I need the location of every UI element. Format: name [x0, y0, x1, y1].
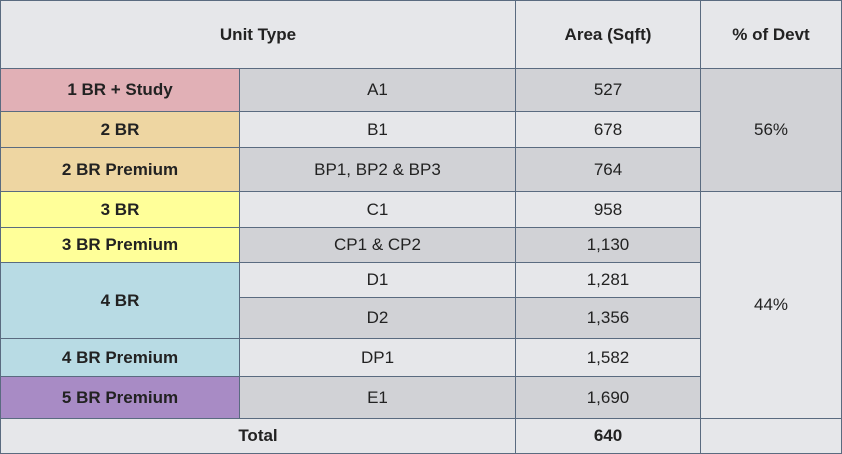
total-empty-cell [700, 418, 842, 454]
table-row: 3 BR C1 958 44% [0, 191, 842, 419]
header-unit-type: Unit Type [0, 0, 516, 69]
type-cell: E1 [239, 376, 516, 419]
table-row: 1 BR + Study A1 527 56% [0, 68, 842, 192]
unit-type-table: Unit Type Area (Sqft) % of Devt 1 BR + S… [0, 0, 842, 454]
type-cell: A1 [239, 68, 516, 112]
category-cell: 2 BR [0, 111, 240, 148]
total-row: Total 640 [0, 418, 842, 454]
total-label: Total [0, 418, 516, 454]
category-cell: 4 BR Premium [0, 338, 240, 377]
area-cell: 527 [515, 68, 701, 112]
pct-devt-cell: 56% [700, 68, 842, 192]
area-cell: 764 [515, 147, 701, 192]
type-cell: BP1, BP2 & BP3 [239, 147, 516, 192]
type-cell: CP1 & CP2 [239, 227, 516, 263]
type-cell: D2 [239, 297, 516, 339]
category-cell: 2 BR Premium [0, 147, 240, 192]
area-cell: 958 [515, 191, 701, 228]
category-cell: 1 BR + Study [0, 68, 240, 112]
area-cell: 1,281 [515, 262, 701, 298]
total-value: 640 [515, 418, 701, 454]
area-cell: 1,690 [515, 376, 701, 419]
type-cell: DP1 [239, 338, 516, 377]
category-cell: 4 BR [0, 262, 240, 339]
category-cell: 3 BR Premium [0, 227, 240, 263]
area-cell: 1,130 [515, 227, 701, 263]
type-cell: D1 [239, 262, 516, 298]
pct-devt-cell: 44% [700, 191, 842, 419]
type-cell: B1 [239, 111, 516, 148]
area-cell: 1,356 [515, 297, 701, 339]
category-cell: 5 BR Premium [0, 376, 240, 419]
type-cell: C1 [239, 191, 516, 228]
header-row: Unit Type Area (Sqft) % of Devt [0, 0, 842, 69]
area-cell: 678 [515, 111, 701, 148]
category-cell: 3 BR [0, 191, 240, 228]
header-area: Area (Sqft) [515, 0, 701, 69]
header-pct-devt: % of Devt [700, 0, 842, 69]
area-cell: 1,582 [515, 338, 701, 377]
